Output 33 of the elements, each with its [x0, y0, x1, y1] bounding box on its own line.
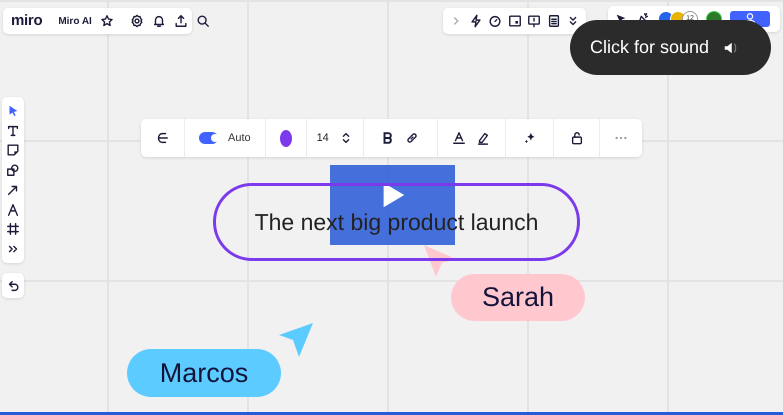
undo-icon[interactable] [6, 278, 20, 292]
text-icon[interactable] [6, 124, 20, 138]
unlock-icon[interactable] [570, 131, 584, 145]
settings-icon[interactable] [130, 14, 144, 28]
search-icon[interactable] [196, 14, 210, 28]
connector-icon[interactable] [155, 131, 170, 145]
presentation-icon[interactable] [527, 14, 541, 28]
text-color-icon[interactable] [452, 131, 466, 145]
pen-icon[interactable] [6, 202, 20, 217]
star-icon[interactable] [100, 14, 114, 28]
frame-icon[interactable] [6, 222, 20, 236]
shapes-icon[interactable] [6, 163, 20, 178]
sticky-note-icon[interactable] [6, 143, 20, 158]
auto-label: Auto [228, 130, 251, 146]
sound-toast[interactable]: Click for sound [570, 20, 771, 75]
cursor-label: Sarah [451, 274, 585, 321]
upload-icon[interactable] [174, 14, 188, 28]
sparkle-icon[interactable] [522, 131, 537, 145]
bell-icon[interactable] [152, 14, 166, 28]
sound-prompt-text: Click for sound [590, 36, 710, 59]
highlighter-icon[interactable] [476, 131, 490, 145]
link-icon[interactable] [405, 131, 420, 145]
logo-text[interactable]: miro [11, 10, 42, 32]
auto-toggle[interactable] [198, 132, 218, 144]
color-swatch[interactable] [280, 130, 292, 146]
board-name[interactable]: Miro AI [58, 14, 92, 28]
notes-icon[interactable] [546, 14, 560, 28]
font-size-value[interactable]: 14 [316, 130, 329, 146]
timer-icon[interactable] [488, 14, 502, 28]
lightning-icon[interactable] [468, 14, 482, 28]
cursor-label: Marcos [127, 349, 281, 397]
speaker-icon [723, 40, 738, 54]
frame-icon[interactable] [508, 14, 522, 28]
